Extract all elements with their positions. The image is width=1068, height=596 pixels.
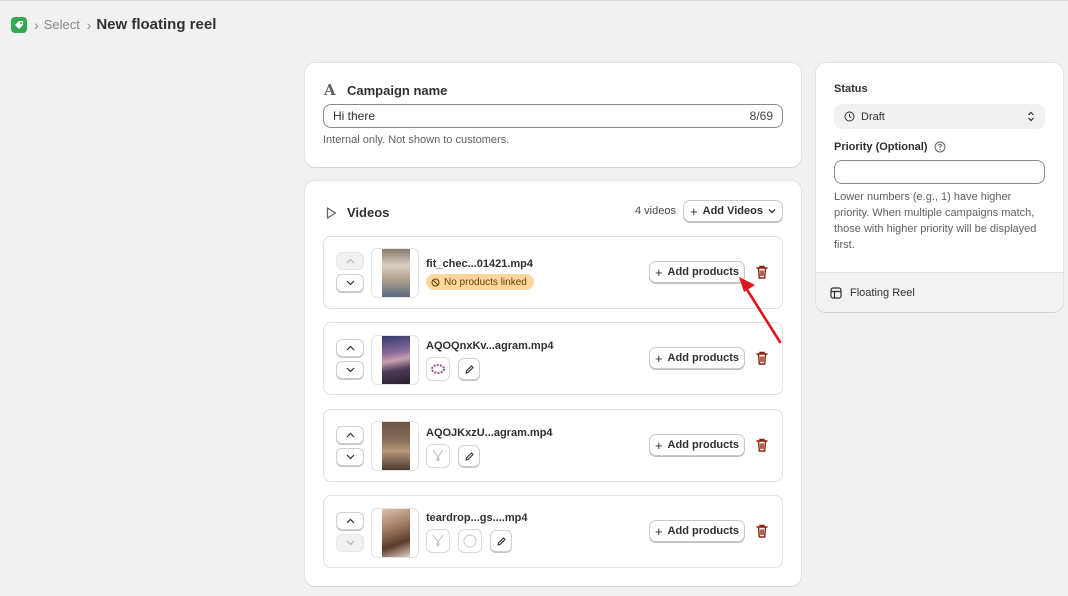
product-thumbnail[interactable] [426, 444, 450, 468]
badge-label: No products linked [444, 276, 527, 288]
app-tag-icon[interactable] [11, 16, 27, 33]
move-up-button[interactable] [336, 512, 364, 530]
move-down-button[interactable] [336, 534, 364, 552]
video-item: AQOQnxKv...agram.mp4 + Add products [323, 322, 783, 395]
pencil-icon [464, 364, 474, 374]
status-card: Status Draft Priority (Optional) Lower n… [816, 63, 1063, 312]
clock-icon [844, 111, 855, 122]
campaign-name-label: Campaign name [347, 82, 448, 98]
annotation-arrow [739, 277, 782, 344]
videos-card: Videos 4 videos + Add Videos fit_chec...… [305, 181, 801, 586]
add-videos-label: Add Videos [702, 205, 763, 217]
chevron-down-icon [346, 367, 354, 373]
plus-icon: + [654, 523, 663, 539]
layout-icon [830, 286, 842, 299]
delete-icon[interactable] [755, 523, 769, 539]
necklace-image [432, 534, 444, 547]
add-products-label: Add products [667, 266, 740, 278]
add-products-button[interactable]: + Add products [649, 520, 745, 542]
video-thumbnail[interactable] [371, 335, 419, 385]
edit-products-button[interactable] [490, 530, 512, 552]
product-thumbnail[interactable] [426, 357, 450, 381]
move-up-button[interactable] [336, 339, 364, 357]
add-products-label: Add products [667, 439, 740, 451]
status-value: Draft [861, 110, 885, 123]
campaign-name-help: Internal only. Not shown to customers. [323, 134, 510, 146]
chevron-right-icon: › [86, 16, 92, 33]
video-item: AQOJKxzU...agram.mp4 + Add products [323, 409, 783, 482]
priority-label: Priority (Optional) [834, 141, 928, 153]
chevron-down-icon [346, 454, 354, 460]
videos-label: Videos [347, 205, 390, 220]
move-down-button[interactable] [336, 361, 364, 379]
campaign-name-card: A Campaign name Hi there 8/69 Internal o… [305, 63, 801, 167]
chevron-down-icon [346, 280, 354, 286]
video-thumbnail[interactable] [371, 248, 419, 298]
delete-icon[interactable] [755, 350, 769, 366]
campaign-name-input[interactable]: Hi there 8/69 [323, 104, 783, 128]
plus-icon: + [654, 264, 663, 280]
character-counter: 8/69 [749, 109, 773, 123]
no-products-badge: No products linked [426, 274, 534, 290]
add-products-label: Add products [667, 352, 740, 364]
plus-icon: + [654, 350, 663, 366]
necklace-image [432, 449, 444, 462]
campaign-name-value: Hi there [333, 109, 376, 123]
edit-products-button[interactable] [458, 358, 480, 380]
chevron-down-icon [768, 208, 776, 214]
video-filename: teardrop...gs....mp4 [426, 512, 528, 524]
reel-type-row: Floating Reel [816, 272, 1063, 312]
status-heading: Status [834, 83, 868, 95]
video-filename: fit_chec...01421.mp4 [426, 258, 534, 270]
product-thumbnail[interactable] [458, 529, 482, 553]
priority-help: Lower numbers (e.g., 1) have higher prio… [834, 191, 1037, 251]
add-products-button[interactable]: + Add products [649, 347, 745, 369]
unlink-icon [431, 278, 440, 286]
chevron-up-icon [346, 345, 354, 351]
move-up-button[interactable] [336, 252, 364, 270]
breadcrumb[interactable]: Select Campaign [44, 17, 80, 32]
help-icon[interactable] [934, 141, 946, 153]
pencil-icon [496, 536, 506, 546]
bracelet-image [431, 364, 445, 374]
select-arrows-icon [1028, 111, 1034, 122]
status-select[interactable]: Draft [834, 104, 1045, 129]
product-thumbnail[interactable] [426, 529, 450, 553]
chevron-up-icon [346, 518, 354, 524]
page-title: New floating reel [96, 16, 217, 33]
videos-heading: Videos [326, 205, 389, 220]
priority-heading: Priority (Optional) [834, 141, 946, 153]
video-filename: AQOQnxKv...agram.mp4 [426, 340, 554, 352]
plus-icon: + [690, 203, 698, 219]
ring-image [463, 534, 477, 548]
top-bar: › Select Campaign › New floating reel [0, 0, 1068, 48]
plus-icon: + [654, 437, 663, 453]
chevron-right-icon: › [34, 16, 39, 33]
chevron-down-icon [346, 540, 354, 546]
delete-icon[interactable] [755, 437, 769, 453]
move-down-button[interactable] [336, 448, 364, 466]
edit-products-button[interactable] [458, 445, 480, 467]
move-down-button[interactable] [336, 274, 364, 292]
priority-input[interactable] [834, 160, 1045, 184]
add-products-label: Add products [667, 525, 740, 537]
campaign-name-heading: A Campaign name [324, 81, 447, 99]
move-up-button[interactable] [336, 426, 364, 444]
video-item: fit_chec...01421.mp4 No products linked … [323, 236, 783, 309]
chevron-up-icon [346, 432, 354, 438]
video-thumbnail[interactable] [371, 508, 419, 558]
video-filename: AQOJKxzU...agram.mp4 [426, 427, 553, 439]
video-count: 4 videos [635, 205, 676, 217]
video-thumbnail[interactable] [371, 421, 419, 471]
add-videos-button[interactable]: + Add Videos [683, 200, 783, 222]
pencil-icon [464, 451, 474, 461]
reel-type-label: Floating Reel [850, 286, 915, 299]
video-item: teardrop...gs....mp4 + Add products [323, 495, 783, 568]
add-products-button[interactable]: + Add products [649, 434, 745, 456]
text-icon: A [324, 81, 336, 99]
chevron-up-icon [346, 258, 354, 264]
play-icon [326, 206, 340, 219]
